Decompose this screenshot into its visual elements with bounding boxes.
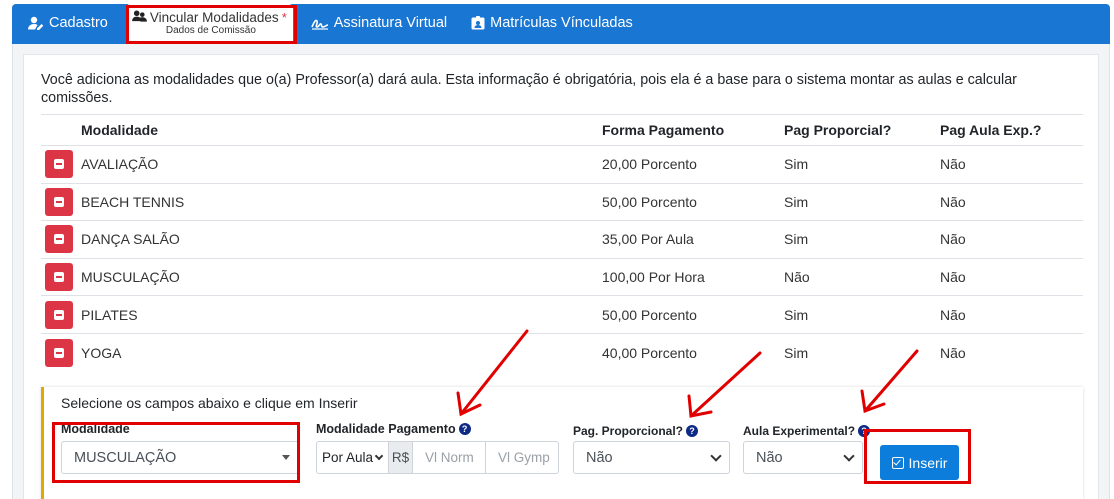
annotation-arrows: [456, 329, 919, 418]
annotation-arrow: [687, 351, 762, 418]
annotation-arrow: [860, 349, 919, 414]
annotation-arrow: [456, 329, 529, 417]
